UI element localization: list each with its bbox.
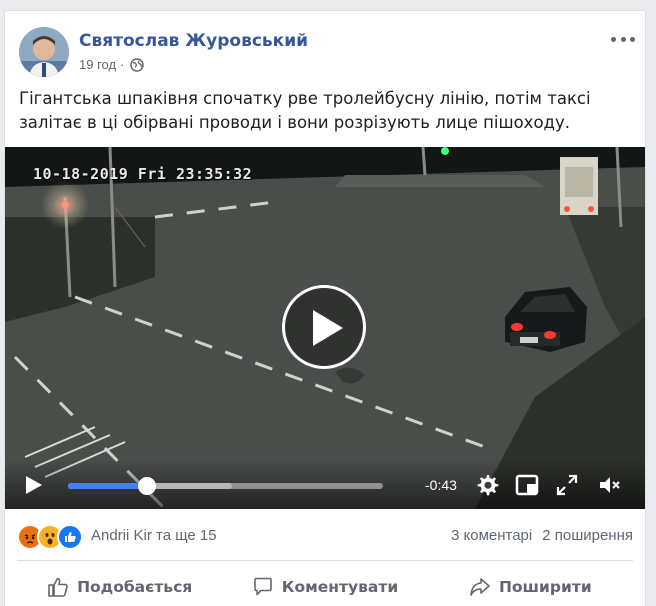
post-meta: 19 год · — [79, 57, 145, 72]
post-text: Гігантська шпаківня спочатку рве тролейб… — [19, 89, 591, 132]
shares-count[interactable]: 2 поширення — [542, 527, 633, 544]
time-separator: · — [120, 57, 125, 72]
divider — [17, 560, 633, 561]
comment-label: Коментувати — [281, 578, 399, 596]
video-player[interactable]: 10-18-2019 Fri 23:35:32 -0:43 — [5, 147, 645, 509]
progress-fill — [68, 483, 147, 489]
reaction-icons[interactable] — [17, 524, 83, 550]
progress-bar[interactable] — [68, 477, 383, 495]
author-name[interactable]: Святослав Журовський — [79, 31, 308, 51]
like-reaction-icon — [57, 524, 83, 550]
play-icon[interactable] — [23, 475, 43, 495]
share-icon — [470, 578, 490, 596]
post-time[interactable]: 19 год — [79, 57, 116, 72]
avatar-photo — [19, 27, 69, 77]
share-button[interactable]: Поширити — [428, 567, 633, 606]
engagement-counts: 3 коментарі 2 поширення — [451, 527, 633, 544]
reactions-bar: Andrii Kir та ще 15 3 коментарі 2 пошире… — [17, 523, 633, 550]
progress-thumb[interactable] — [137, 477, 156, 495]
more-options-icon[interactable] — [611, 33, 635, 45]
comment-button[interactable]: Коментувати — [222, 567, 427, 606]
comments-count[interactable]: 3 коментарі — [451, 527, 532, 544]
comment-icon — [253, 577, 272, 596]
play-icon — [313, 310, 343, 346]
video-controls: -0:43 — [5, 459, 645, 509]
gear-icon[interactable] — [475, 473, 499, 497]
post-card: Святослав Журовський 19 год · Гігантська… — [4, 10, 646, 606]
like-label: Подобається — [77, 578, 193, 596]
play-overlay-button[interactable] — [282, 285, 366, 369]
globe-icon[interactable] — [130, 57, 145, 72]
pip-icon[interactable] — [515, 473, 539, 497]
avatar[interactable] — [19, 27, 69, 77]
reaction-names[interactable]: Andrii Kir та ще 15 — [91, 527, 217, 544]
truck — [560, 157, 598, 215]
thumbs-up-icon — [48, 577, 68, 597]
volume-muted-icon[interactable] — [597, 473, 621, 497]
action-bar: Подобається Коментувати Поширити — [17, 567, 633, 606]
overlay-timestamp: 10-18-2019 Fri 23:35:32 — [33, 165, 253, 183]
fullscreen-icon[interactable] — [555, 473, 579, 497]
like-button[interactable]: Подобається — [17, 567, 222, 606]
share-label: Поширити — [498, 578, 592, 596]
time-remaining: -0:43 — [425, 477, 457, 493]
